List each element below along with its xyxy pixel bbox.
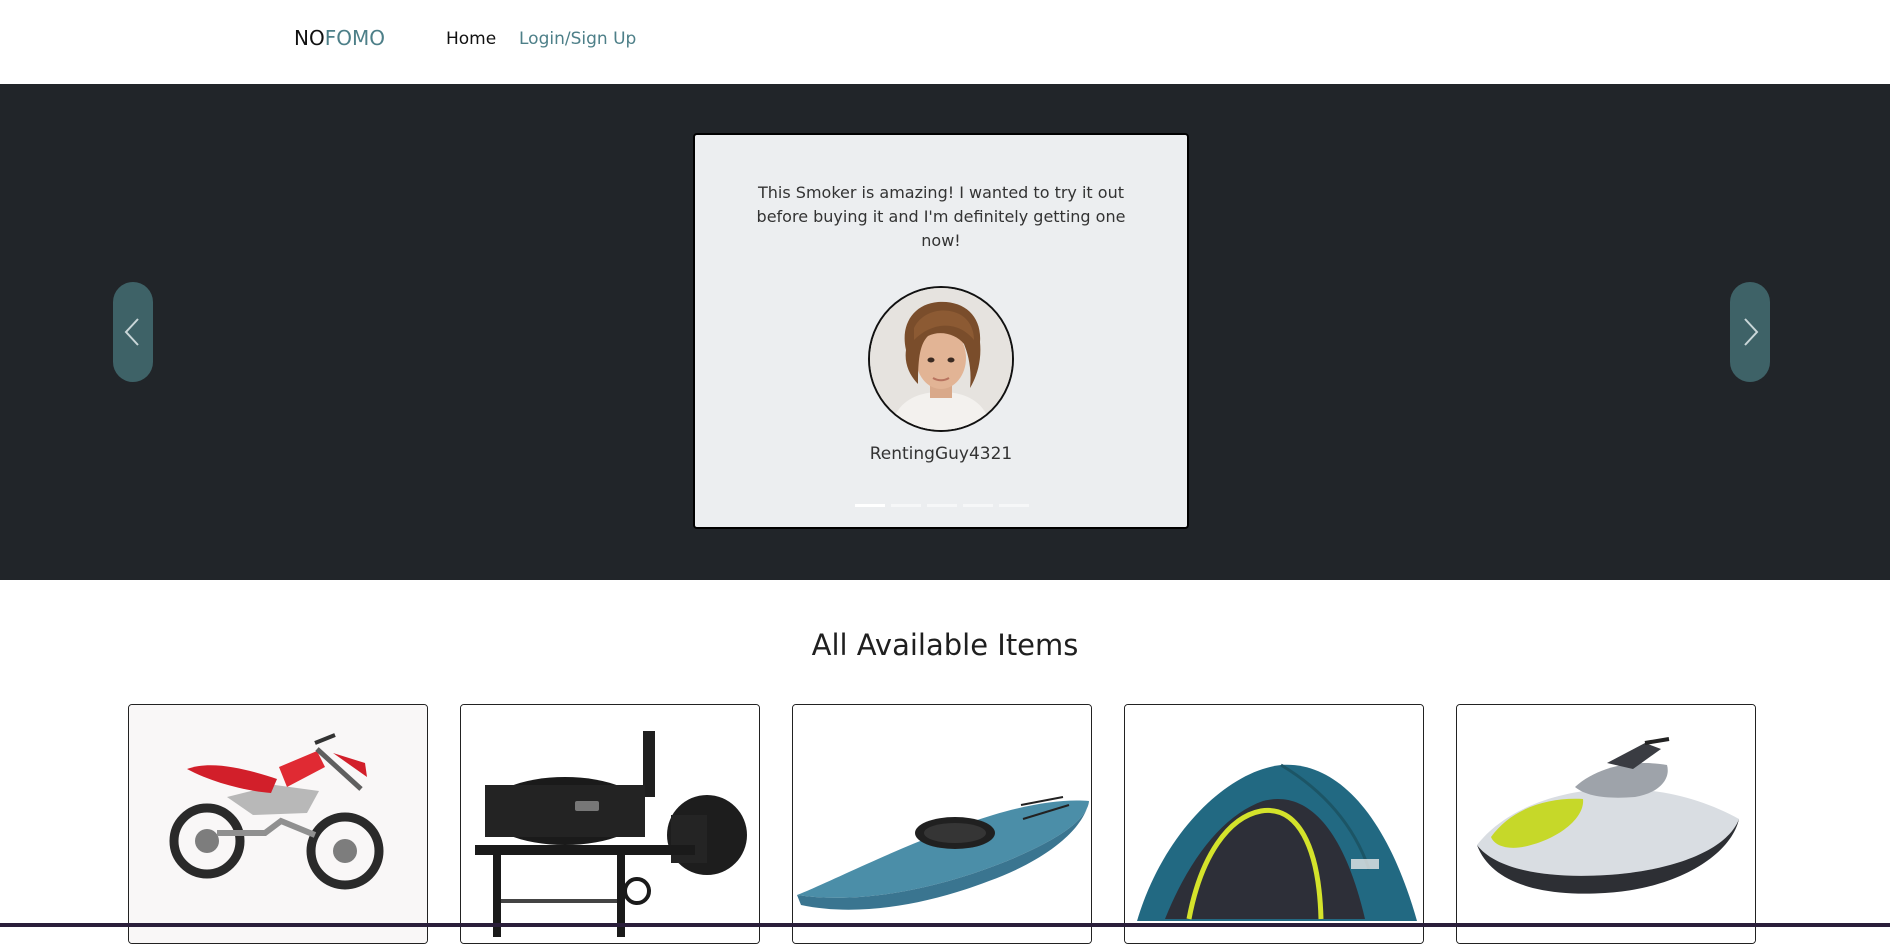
carousel-next-button[interactable] xyxy=(1730,282,1770,382)
nav-login-signup-link[interactable]: Login/Sign Up xyxy=(519,29,636,49)
nav-home-link[interactable]: Home xyxy=(446,29,496,49)
carousel-indicator-3[interactable] xyxy=(927,504,957,507)
carousel-indicators xyxy=(855,504,1035,507)
carousel-indicator-1[interactable] xyxy=(855,504,885,507)
item-card-dirt-bike[interactable] xyxy=(128,704,428,944)
kayak-image xyxy=(793,705,1091,943)
tent-image xyxy=(1125,705,1423,943)
items-section-title: All Available Items xyxy=(811,628,1079,662)
item-card-jet-ski[interactable] xyxy=(1456,704,1756,944)
brand-fomo: FOMO xyxy=(324,26,385,50)
jet-ski-image xyxy=(1457,705,1755,943)
item-card-tent[interactable] xyxy=(1124,704,1424,944)
carousel-indicator-5[interactable] xyxy=(999,504,1029,507)
carousel-indicator-4[interactable] xyxy=(963,504,993,507)
bottom-edge-strip xyxy=(0,923,1890,927)
testimonial-card: This Smoker is amazing! I wanted to try … xyxy=(693,133,1189,529)
item-card-smoker-grill[interactable] xyxy=(460,704,760,944)
testimonial-carousel: This Smoker is amazing! I wanted to try … xyxy=(0,84,1890,580)
chevron-left-icon xyxy=(124,318,139,346)
dirt-bike-image xyxy=(129,705,427,943)
testimonial-quote: This Smoker is amazing! I wanted to try … xyxy=(756,183,1126,250)
reviewer-name: RentingGuy4321 xyxy=(869,444,1013,464)
item-card-kayak[interactable] xyxy=(792,704,1092,944)
carousel-indicator-2[interactable] xyxy=(891,504,921,507)
carousel-prev-button[interactable] xyxy=(113,282,153,382)
reviewer-photo xyxy=(870,288,1012,430)
brand-logo[interactable]: NOFOMO xyxy=(294,26,385,50)
reviewer-avatar xyxy=(868,286,1014,432)
smoker-grill-image xyxy=(461,705,759,943)
chevron-right-icon xyxy=(1744,318,1759,346)
brand-no: NO xyxy=(294,26,325,50)
navbar: NOFOMO Home Login/Sign Up xyxy=(0,0,1890,84)
